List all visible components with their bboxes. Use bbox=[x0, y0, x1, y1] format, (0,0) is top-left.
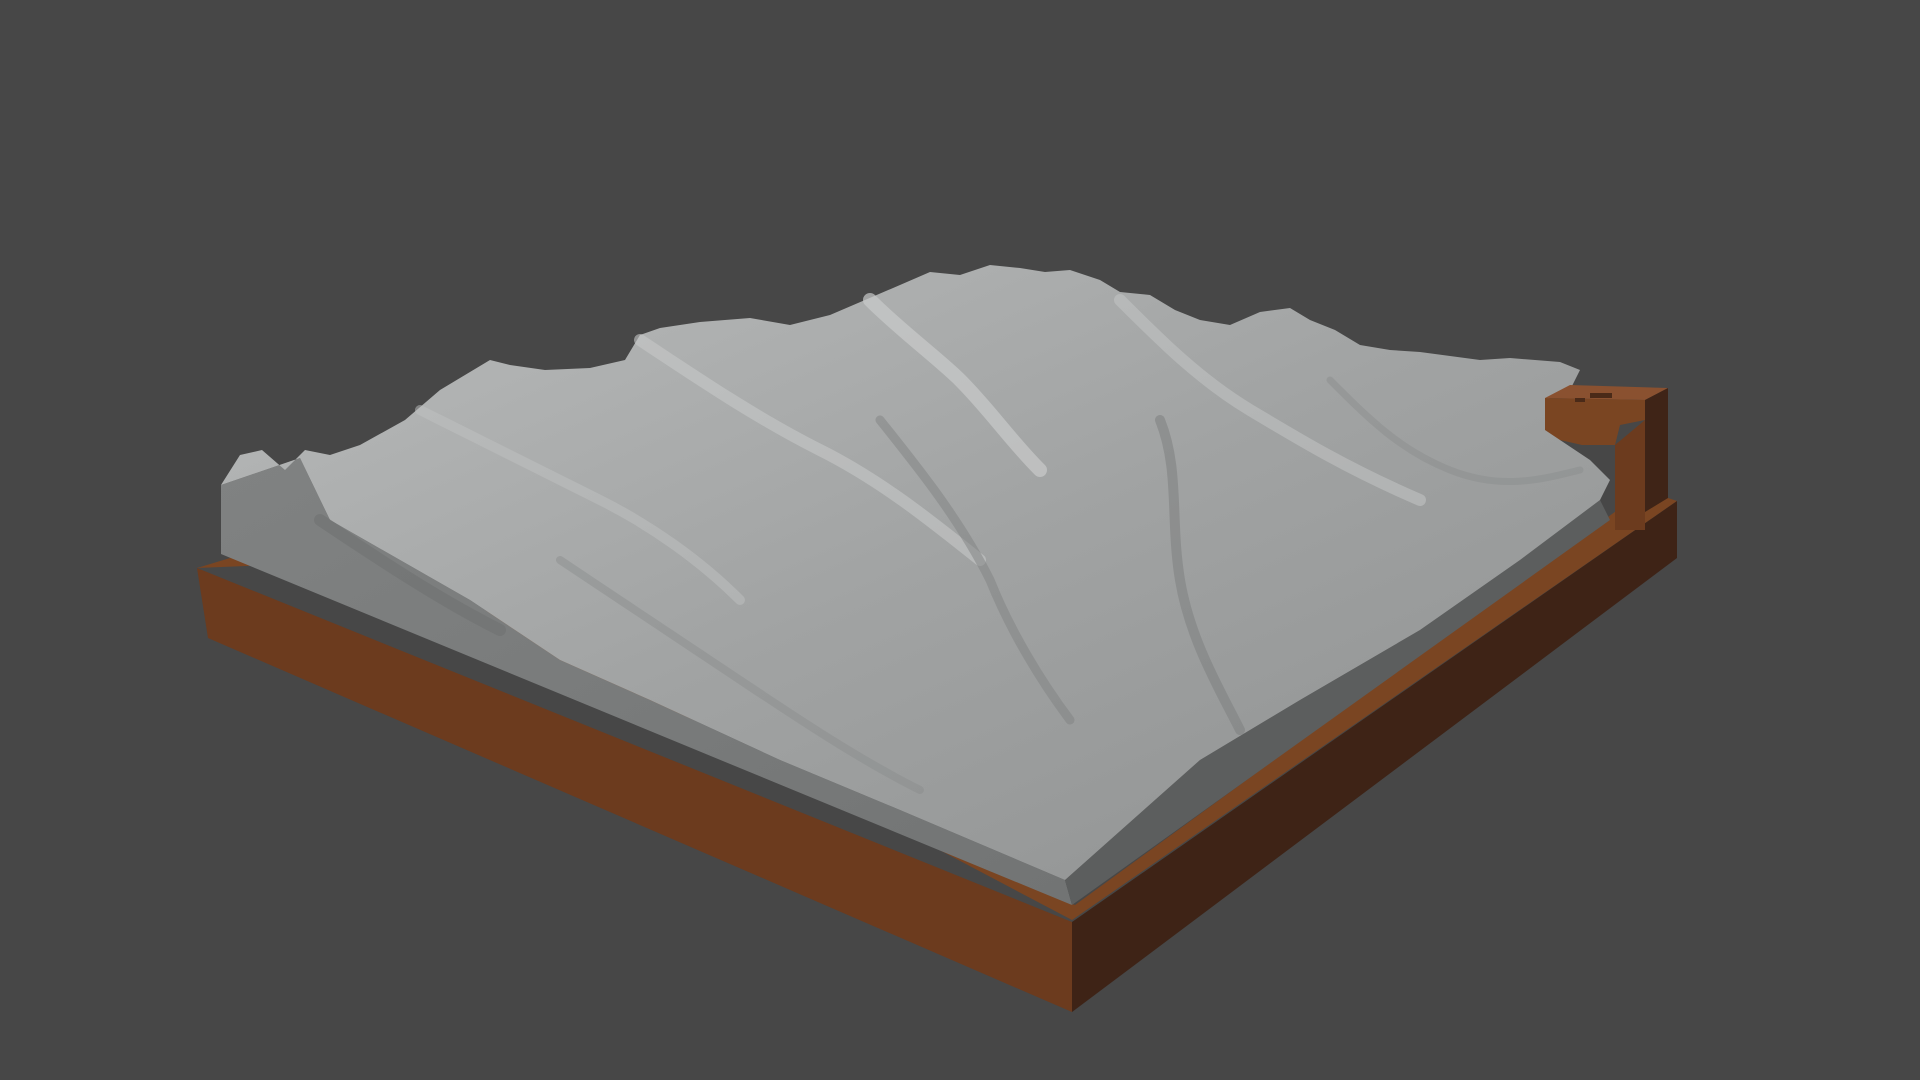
engraved-text-mark bbox=[1590, 393, 1612, 398]
3d-viewport[interactable] bbox=[0, 0, 1920, 1080]
label-block-side bbox=[1645, 388, 1668, 512]
label-block-stem bbox=[1615, 420, 1645, 530]
terrain-block[interactable] bbox=[221, 265, 1610, 905]
engraved-text-mark bbox=[1575, 398, 1585, 402]
